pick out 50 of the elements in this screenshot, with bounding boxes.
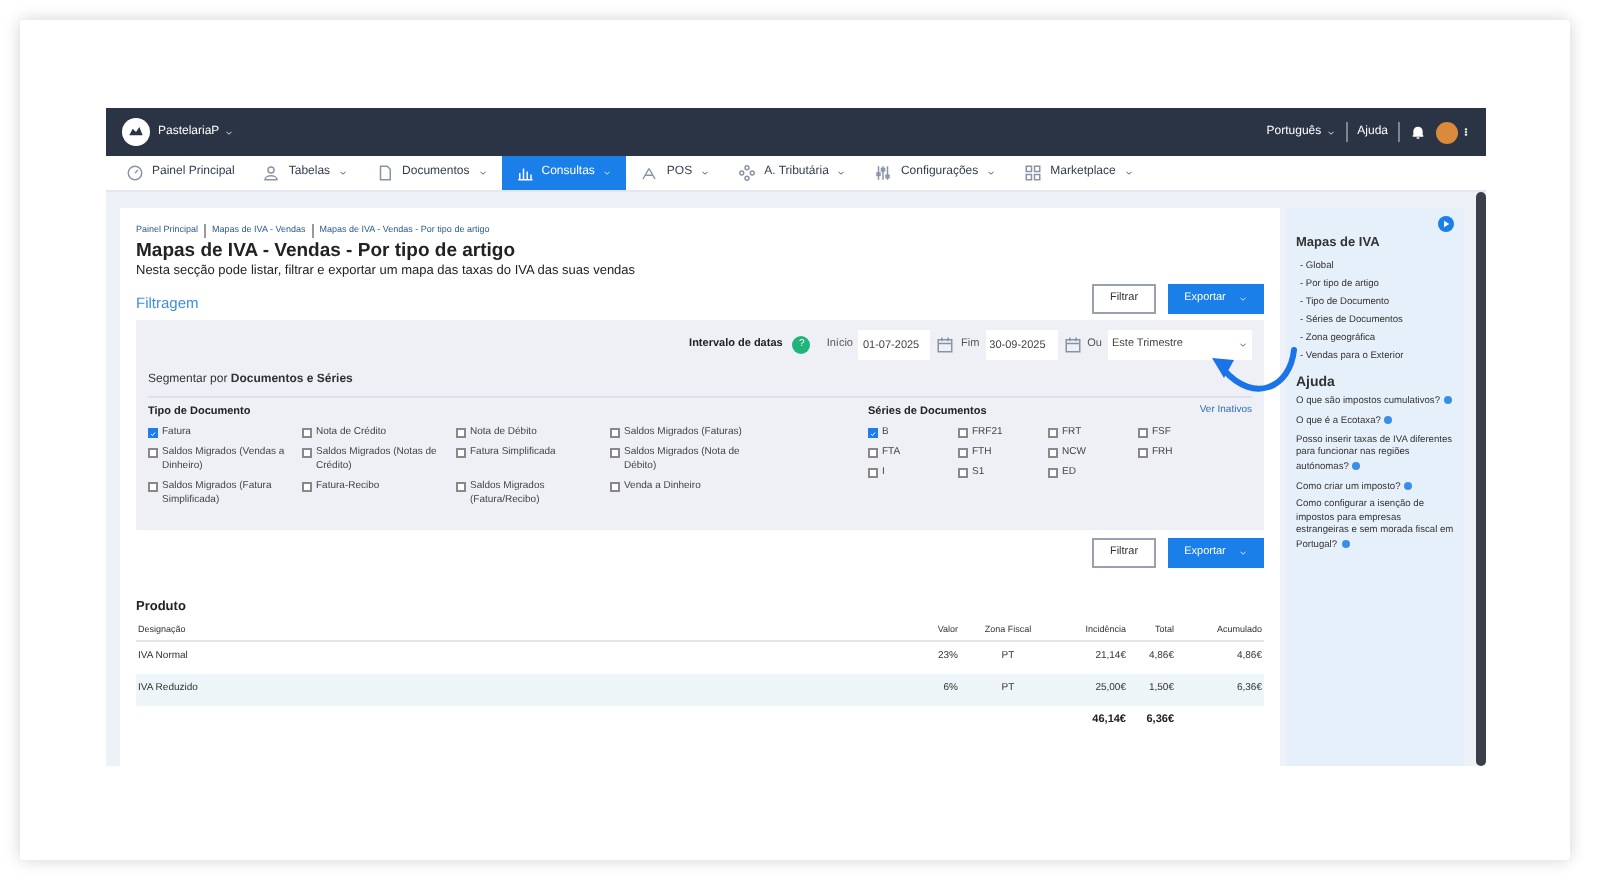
caret-icon (1237, 294, 1248, 304)
checkbox[interactable] (456, 428, 466, 439)
checkbox[interactable] (868, 468, 878, 479)
checkbox[interactable] (148, 448, 158, 459)
checkbox[interactable] (958, 468, 968, 479)
checkbox[interactable] (302, 482, 312, 493)
info-icon (1404, 481, 1413, 490)
caret-icon (1237, 548, 1248, 558)
info-icon (1341, 539, 1350, 548)
checkbox[interactable] (868, 448, 878, 459)
checkbox[interactable] (302, 428, 312, 439)
info-icon (1384, 416, 1393, 425)
checkbox[interactable] (610, 482, 620, 493)
checkbox[interactable] (456, 448, 466, 459)
info-icon (1444, 396, 1452, 405)
checkbox[interactable] (1048, 468, 1058, 479)
caret-icon (1325, 127, 1336, 137)
checkbox[interactable] (1048, 448, 1058, 459)
calendar-icon (936, 336, 955, 354)
checkbox[interactable] (148, 482, 158, 493)
nodes-icon (738, 164, 757, 182)
checkbox[interactable] (148, 428, 158, 439)
scrollbar[interactable] (1476, 192, 1486, 766)
checkbox[interactable] (610, 448, 620, 459)
logo-icon (122, 118, 150, 146)
checkbox[interactable] (958, 448, 968, 459)
checkbox[interactable] (958, 428, 968, 439)
play-icon[interactable] (1438, 216, 1454, 232)
sliders-icon (874, 164, 893, 182)
gauge-icon (126, 164, 144, 182)
kebab-menu-icon[interactable] (1462, 122, 1470, 142)
pos-icon (640, 164, 659, 182)
bar-chart-icon (515, 164, 534, 182)
checkbox[interactable] (868, 428, 878, 439)
checkbox[interactable] (1048, 428, 1058, 439)
info-icon (1352, 461, 1361, 470)
caret-icon (223, 127, 234, 137)
page-title: Mapas de IVA - Vendas - Por tipo de artigo (136, 240, 518, 264)
checkbox[interactable] (610, 428, 620, 439)
person-icon (262, 164, 281, 182)
bell-icon[interactable] (1410, 124, 1426, 140)
checkbox[interactable] (302, 448, 312, 459)
checkbox[interactable] (456, 482, 466, 493)
document-icon (376, 164, 395, 182)
checkbox[interactable] (1138, 428, 1148, 439)
checkbox[interactable] (1138, 448, 1148, 459)
avatar[interactable] (1436, 121, 1458, 143)
calendar-icon (1063, 336, 1082, 354)
caret-icon (1238, 340, 1248, 350)
grid-icon (1024, 164, 1043, 182)
